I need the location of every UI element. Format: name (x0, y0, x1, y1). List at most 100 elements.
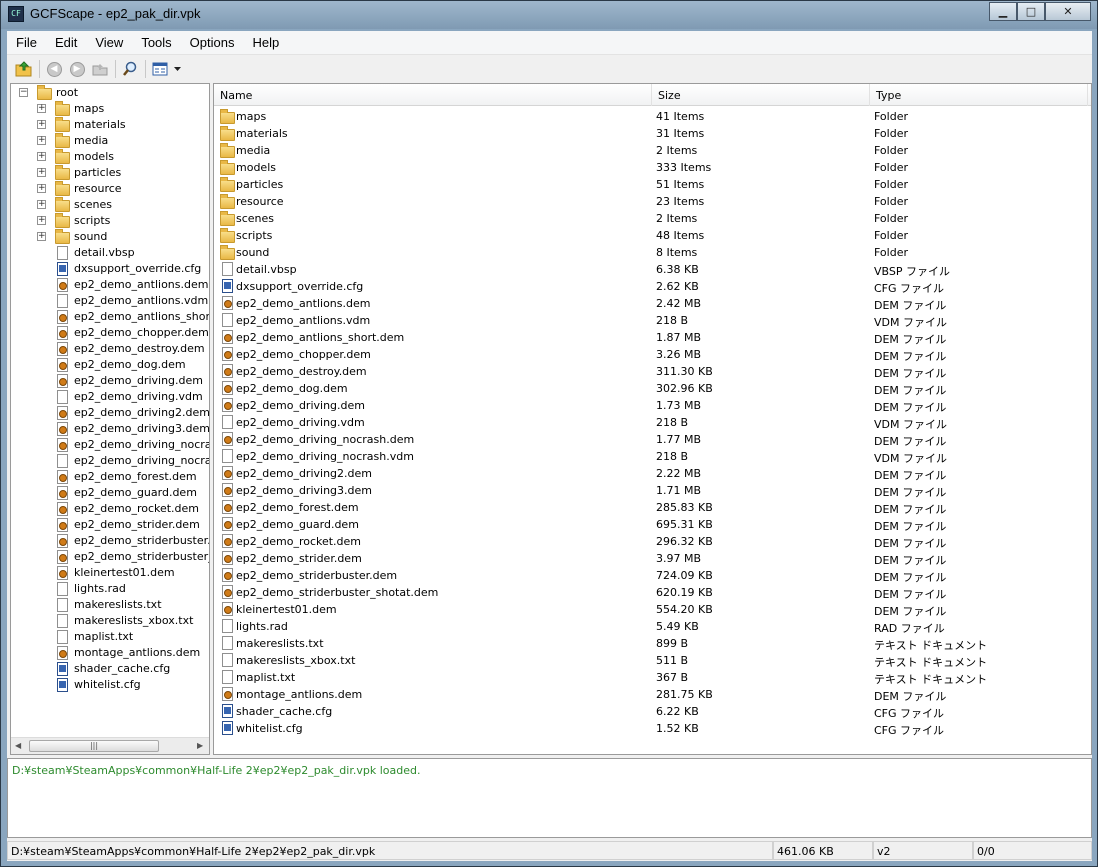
menu-options[interactable]: Options (181, 31, 244, 54)
dropdown-icon[interactable] (172, 58, 182, 80)
list-item[interactable]: ep2_demo_forest.dem 285.83 KB DEM ファイル (214, 499, 1091, 516)
tree-item-file[interactable]: lights.rad (11, 581, 209, 597)
tree-item-root[interactable]: − root (11, 85, 209, 101)
list-item[interactable]: ep2_demo_antlions.dem 2.42 MB DEM ファイル (214, 295, 1091, 312)
list-item[interactable]: particles 51 Items Folder (214, 176, 1091, 193)
tree-item-folder[interactable]: + maps (11, 101, 209, 117)
file-list[interactable]: Name Size Type maps 41 Items Folder materia… (213, 83, 1092, 755)
scroll-thumb[interactable]: ||| (29, 740, 159, 752)
tree-item-folder[interactable]: + particles (11, 165, 209, 181)
tree-item-file[interactable]: ep2_demo_driving_nocrash. (11, 453, 209, 469)
tree-item-folder[interactable]: + resource (11, 181, 209, 197)
folder-tree[interactable]: − root + maps + materials + media + models + partic… (10, 83, 210, 755)
tree-item-folder[interactable]: + media (11, 133, 209, 149)
list-item[interactable]: ep2_demo_strider.dem 3.97 MB DEM ファイル (214, 550, 1091, 567)
list-item[interactable]: scripts 48 Items Folder (214, 227, 1091, 244)
expand-icon[interactable]: + (37, 136, 46, 145)
expand-icon[interactable]: + (37, 104, 46, 113)
list-item[interactable]: kleinertest01.dem 554.20 KB DEM ファイル (214, 601, 1091, 618)
list-item[interactable]: ep2_demo_striderbuster_shotat.dem 620.19 … (214, 584, 1091, 601)
tree-item-file[interactable]: shader_cache.cfg (11, 661, 209, 677)
menu-help[interactable]: Help (243, 31, 288, 54)
list-item[interactable]: ep2_demo_driving_nocrash.dem 1.77 MB DEM フ… (214, 431, 1091, 448)
scroll-right-icon[interactable]: ▶ (197, 741, 203, 750)
tree-item-file[interactable]: ep2_demo_striderbuster.dem (11, 533, 209, 549)
tree-item-file[interactable]: ep2_demo_strider.dem (11, 517, 209, 533)
list-item[interactable]: maplist.txt 367 B テキスト ドキュメント (214, 669, 1091, 686)
up-icon[interactable] (89, 58, 111, 80)
list-item[interactable]: ep2_demo_guard.dem 695.31 KB DEM ファイル (214, 516, 1091, 533)
tree-item-file[interactable]: ep2_demo_guard.dem (11, 485, 209, 501)
list-item[interactable]: maps 41 Items Folder (214, 108, 1091, 125)
list-item[interactable]: models 333 Items Folder (214, 159, 1091, 176)
list-item[interactable]: ep2_demo_destroy.dem 311.30 KB DEM ファイル (214, 363, 1091, 380)
list-item[interactable]: ep2_demo_driving_nocrash.vdm 218 B VDM ファイ… (214, 448, 1091, 465)
column-header-type[interactable]: Type (870, 84, 1088, 106)
list-item[interactable]: ep2_demo_driving3.dem 1.71 MB DEM ファイル (214, 482, 1091, 499)
tree-item-file[interactable]: whitelist.cfg (11, 677, 209, 693)
list-item[interactable]: sound 8 Items Folder (214, 244, 1091, 261)
tree-horizontal-scrollbar[interactable]: ◀ ||| ▶ (11, 737, 209, 754)
search-icon[interactable] (119, 58, 141, 80)
collapse-icon[interactable]: − (19, 88, 28, 97)
tree-item-file[interactable]: ep2_demo_driving3.dem (11, 421, 209, 437)
tree-item-file[interactable]: kleinertest01.dem (11, 565, 209, 581)
tree-item-file[interactable]: ep2_demo_driving_nocrash. (11, 437, 209, 453)
list-item[interactable]: makereslists.txt 899 B テキスト ドキュメント (214, 635, 1091, 652)
list-item[interactable]: makereslists_xbox.txt 511 B テキスト ドキュメント (214, 652, 1091, 669)
menu-view[interactable]: View (86, 31, 132, 54)
list-item[interactable]: ep2_demo_dog.dem 302.96 KB DEM ファイル (214, 380, 1091, 397)
expand-icon[interactable]: + (37, 200, 46, 209)
tree-item-file[interactable]: ep2_demo_dog.dem (11, 357, 209, 373)
expand-icon[interactable]: + (37, 184, 46, 193)
list-item[interactable]: lights.rad 5.49 KB RAD ファイル (214, 618, 1091, 635)
forward-icon[interactable]: ▶ (66, 58, 88, 80)
tree-item-folder[interactable]: + materials (11, 117, 209, 133)
view-mode-icon[interactable] (149, 58, 171, 80)
tree-item-file[interactable]: ep2_demo_antlions.dem (11, 277, 209, 293)
tree-item-file[interactable]: detail.vbsp (11, 245, 209, 261)
list-item[interactable]: montage_antlions.dem 281.75 KB DEM ファイル (214, 686, 1091, 703)
list-item[interactable]: scenes 2 Items Folder (214, 210, 1091, 227)
list-item[interactable]: ep2_demo_driving2.dem 2.22 MB DEM ファイル (214, 465, 1091, 482)
tree-item-file[interactable]: ep2_demo_forest.dem (11, 469, 209, 485)
expand-icon[interactable]: + (37, 120, 46, 129)
tree-item-file[interactable]: ep2_demo_striderbuster_sh (11, 549, 209, 565)
tree-item-folder[interactable]: + sound (11, 229, 209, 245)
tree-item-file[interactable]: makereslists.txt (11, 597, 209, 613)
back-icon[interactable]: ◀ (43, 58, 65, 80)
list-item[interactable]: media 2 Items Folder (214, 142, 1091, 159)
tree-item-file[interactable]: makereslists_xbox.txt (11, 613, 209, 629)
maximize-button[interactable]: □ (1017, 2, 1045, 21)
tree-item-file[interactable]: montage_antlions.dem (11, 645, 209, 661)
list-item[interactable]: whitelist.cfg 1.52 KB CFG ファイル (214, 720, 1091, 737)
list-item[interactable]: ep2_demo_striderbuster.dem 724.09 KB DEM フ… (214, 567, 1091, 584)
expand-icon[interactable]: + (37, 232, 46, 241)
list-item[interactable]: ep2_demo_rocket.dem 296.32 KB DEM ファイル (214, 533, 1091, 550)
menu-tools[interactable]: Tools (132, 31, 180, 54)
list-item[interactable]: detail.vbsp 6.38 KB VBSP ファイル (214, 261, 1091, 278)
tree-item-file[interactable]: ep2_demo_antlions.vdm (11, 293, 209, 309)
open-icon[interactable] (13, 58, 35, 80)
menu-edit[interactable]: Edit (46, 31, 86, 54)
tree-item-folder[interactable]: + models (11, 149, 209, 165)
expand-icon[interactable]: + (37, 216, 46, 225)
column-header-name[interactable]: Name (214, 84, 652, 106)
tree-item-file[interactable]: ep2_demo_chopper.dem (11, 325, 209, 341)
column-header-size[interactable]: Size (652, 84, 870, 106)
list-item[interactable]: ep2_demo_antlions.vdm 218 B VDM ファイル (214, 312, 1091, 329)
tree-item-file[interactable]: ep2_demo_rocket.dem (11, 501, 209, 517)
tree-item-file[interactable]: maplist.txt (11, 629, 209, 645)
scroll-left-icon[interactable]: ◀ (15, 741, 21, 750)
expand-icon[interactable]: + (37, 168, 46, 177)
title-bar[interactable]: CF GCFScape - ep2_pak_dir.vpk ▁ □ ✕ (1, 1, 1097, 29)
tree-item-folder[interactable]: + scripts (11, 213, 209, 229)
list-item[interactable]: ep2_demo_driving.dem 1.73 MB DEM ファイル (214, 397, 1091, 414)
tree-item-file[interactable]: ep2_demo_driving.dem (11, 373, 209, 389)
tree-item-folder[interactable]: + scenes (11, 197, 209, 213)
tree-item-file[interactable]: ep2_demo_driving2.dem (11, 405, 209, 421)
list-item[interactable]: ep2_demo_antlions_short.dem 1.87 MB DEM ファ… (214, 329, 1091, 346)
list-item[interactable]: materials 31 Items Folder (214, 125, 1091, 142)
expand-icon[interactable]: + (37, 152, 46, 161)
tree-item-file[interactable]: ep2_demo_destroy.dem (11, 341, 209, 357)
